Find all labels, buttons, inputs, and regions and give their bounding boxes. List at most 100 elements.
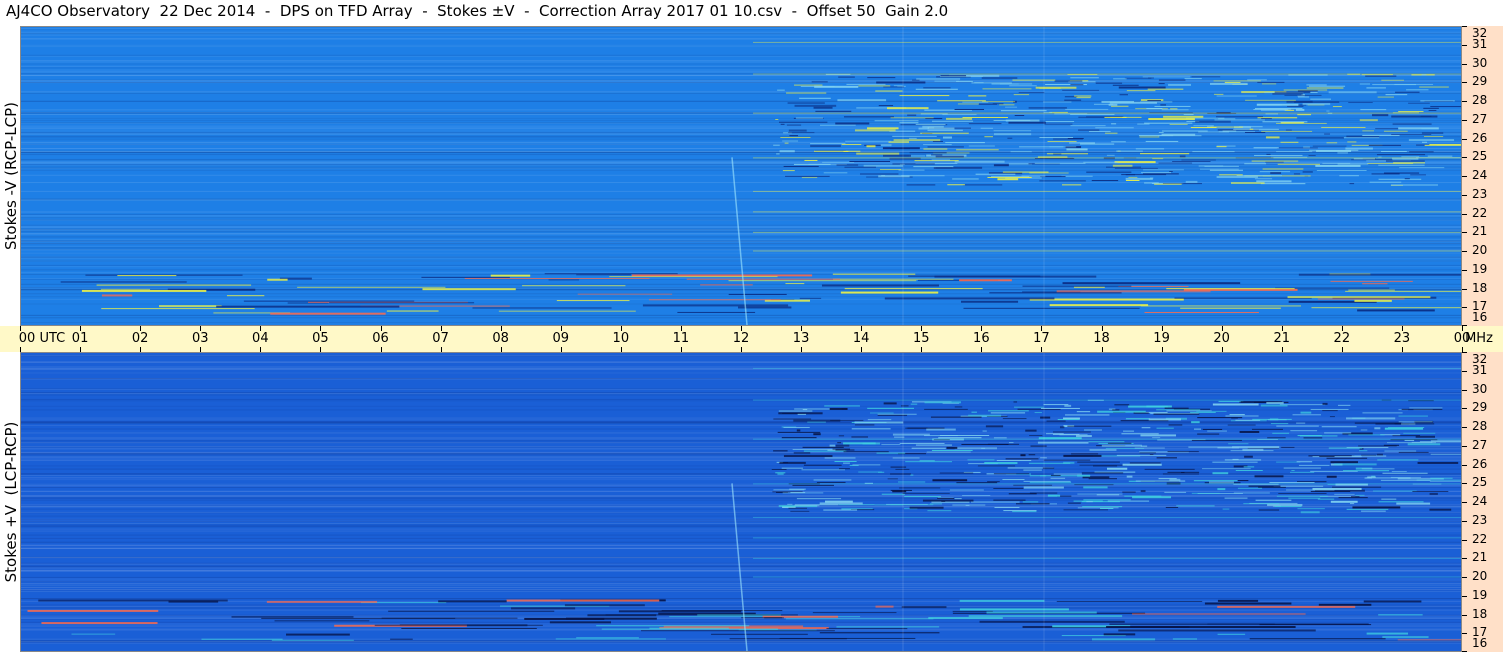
activity-streak [902, 492, 950, 494]
activity-streak [1383, 444, 1400, 446]
activity-streak [1088, 478, 1117, 480]
background-band [21, 100, 1461, 102]
interference-line [686, 278, 841, 280]
interference-line [374, 624, 543, 626]
activity-streak [1191, 76, 1221, 78]
activity-streak [890, 117, 934, 119]
background-band [21, 598, 1461, 600]
background-band [21, 515, 1461, 517]
activity-streak [1233, 128, 1279, 130]
freq-tick-mark [1462, 614, 1467, 616]
background-band [21, 618, 1461, 620]
activity-streak [1158, 79, 1186, 81]
interference-line [1204, 602, 1292, 605]
freq-tick-label: 29 [1472, 74, 1488, 89]
activity-streak [880, 144, 892, 147]
time-tick-mark [80, 347, 82, 352]
activity-streak [1095, 82, 1123, 84]
activity-streak [1044, 123, 1073, 125]
activity-streak [1302, 103, 1331, 106]
activity-streak [1049, 146, 1077, 148]
activity-streak [1061, 184, 1082, 186]
activity-streak [856, 152, 900, 155]
activity-streak [867, 407, 915, 409]
activity-streak [1386, 442, 1436, 444]
interference-line [421, 276, 510, 278]
activity-streak [1028, 454, 1036, 456]
background-band [21, 135, 1461, 137]
activity-streak [1053, 473, 1082, 475]
interference-line [270, 312, 386, 315]
activity-streak [1144, 468, 1195, 470]
activity-streak [1083, 499, 1131, 501]
activity-streak [1134, 447, 1165, 449]
activity-streak [962, 495, 991, 497]
activity-streak [1169, 171, 1173, 173]
interference-line [159, 305, 222, 308]
activity-streak [1140, 434, 1177, 437]
activity-streak [1135, 148, 1165, 150]
activity-streak [816, 481, 846, 483]
activity-streak [1214, 119, 1265, 121]
background-band [21, 229, 1461, 231]
activity-streak [1244, 163, 1267, 165]
activity-streak [776, 153, 780, 155]
background-band [21, 355, 1461, 357]
interference-line [1056, 600, 1203, 602]
freq-tick-mark [1462, 101, 1467, 102]
time-tick-label: 16 [973, 331, 990, 346]
freq-tick-label: 19 [1472, 261, 1488, 276]
time-tick-mark [560, 347, 562, 352]
activity-streak [1005, 119, 1040, 122]
activity-streak [893, 139, 941, 142]
activity-streak [870, 412, 894, 414]
interference-line [168, 600, 219, 603]
background-band [21, 534, 1461, 536]
freq-tick-mark [1462, 352, 1467, 353]
time-tick-label: 17 [1033, 331, 1050, 346]
interference-line [438, 600, 507, 603]
activity-streak [927, 129, 963, 131]
activity-streak [1000, 110, 1047, 112]
background-band [21, 490, 1461, 492]
activity-streak [1086, 501, 1093, 503]
activity-streak [1372, 114, 1389, 117]
freq-tick-mark [1462, 288, 1467, 290]
activity-streak [825, 500, 853, 503]
background-band [21, 496, 1461, 498]
activity-streak [876, 81, 926, 84]
activity-streak [773, 418, 812, 420]
activity-streak [1391, 184, 1438, 186]
activity-streak [987, 443, 1020, 445]
activity-streak [1393, 162, 1426, 164]
activity-streak [1245, 99, 1296, 101]
interference-line [959, 279, 1012, 282]
background-band [21, 530, 1461, 532]
time-tick-mark [741, 347, 742, 352]
activity-streak [829, 407, 848, 410]
time-tick-mark [1101, 347, 1103, 352]
interference-line [728, 280, 917, 282]
interference-line [844, 288, 983, 290]
activity-streak [1367, 476, 1376, 478]
activity-streak [823, 509, 858, 511]
activity-streak [898, 169, 925, 171]
activity-streak [912, 79, 920, 81]
activity-streak [1181, 159, 1216, 161]
spectrogram-top [20, 26, 1462, 326]
activity-streak [1326, 142, 1338, 144]
activity-streak [1383, 172, 1420, 174]
time-tick-mark [921, 347, 923, 352]
activity-streak [1129, 462, 1161, 464]
time-tick-label: 18 [1093, 331, 1110, 346]
freq-tick-mark [1462, 483, 1467, 485]
activity-streak [1243, 466, 1255, 468]
activity-streak [1222, 508, 1230, 510]
interference-line [388, 610, 555, 612]
activity-streak [1015, 503, 1050, 505]
activity-streak [802, 446, 844, 448]
activity-streak [849, 160, 891, 162]
activity-streak [1355, 494, 1365, 496]
activity-streak [1114, 167, 1158, 169]
interference-line [60, 281, 187, 283]
